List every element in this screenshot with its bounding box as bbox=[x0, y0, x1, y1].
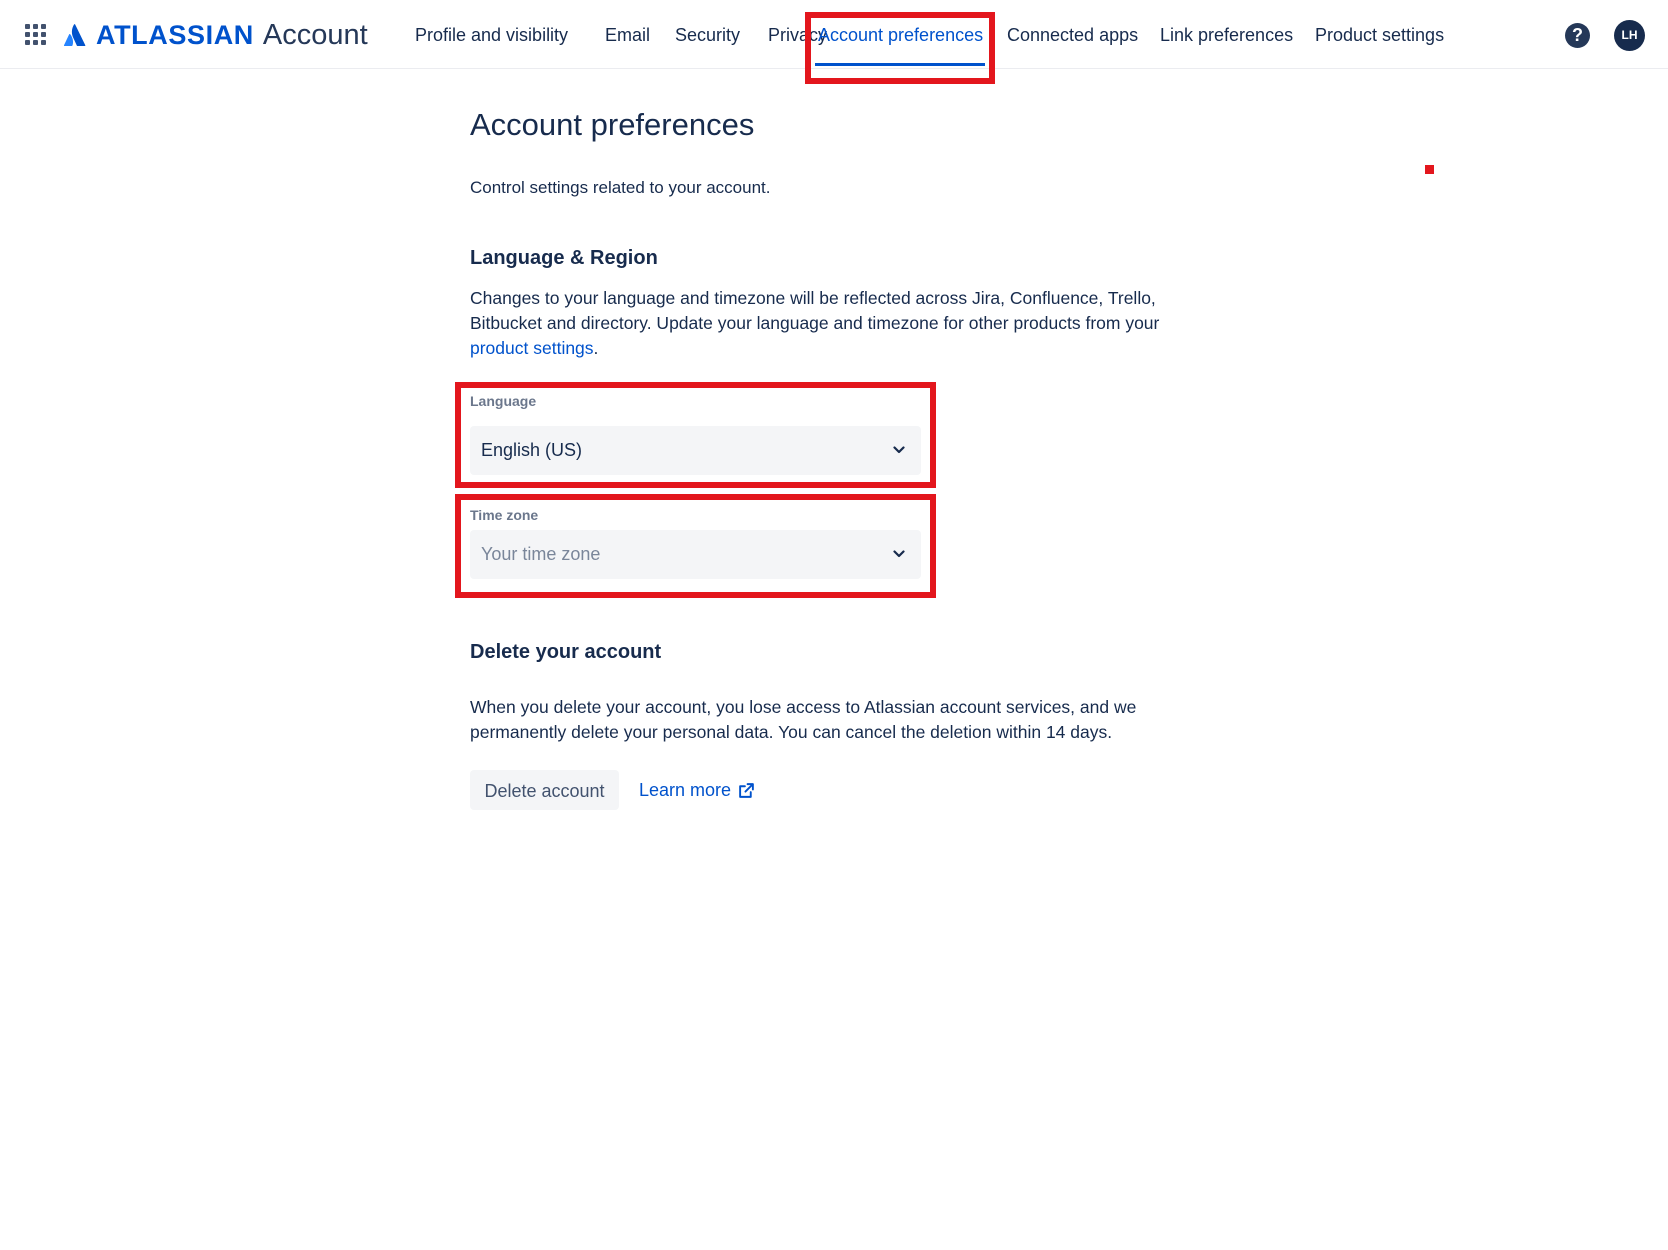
tab-product-settings[interactable]: Product settings bbox=[1315, 0, 1444, 69]
logo-wordmark: ATLASSIAN bbox=[96, 19, 254, 50]
tab-email[interactable]: Email bbox=[605, 0, 650, 69]
app-switcher-icon[interactable] bbox=[25, 24, 47, 46]
active-tab-indicator bbox=[815, 63, 985, 66]
chevron-down-icon bbox=[893, 550, 905, 558]
learn-more-label: Learn more bbox=[639, 780, 732, 800]
tab-profile-and-visibility[interactable]: Profile and visibility bbox=[415, 0, 568, 69]
tab-account-preferences[interactable]: Account preferences bbox=[818, 0, 983, 69]
avatar[interactable]: LH bbox=[1614, 20, 1645, 51]
logo-product-name: Account bbox=[262, 18, 368, 51]
language-region-heading: Language & Region bbox=[470, 247, 658, 269]
page-description: Control settings related to your account… bbox=[470, 178, 771, 197]
language-select[interactable]: English (US) bbox=[470, 426, 921, 475]
page-title: Account preferences bbox=[470, 107, 755, 142]
tab-link-preferences[interactable]: Link preferences bbox=[1160, 0, 1293, 69]
atlassian-account-logo[interactable]: ATLASSIAN Account bbox=[63, 19, 368, 51]
atlassian-logo-icon bbox=[63, 24, 86, 46]
tab-security[interactable]: Security bbox=[675, 0, 740, 69]
chevron-down-icon bbox=[893, 446, 905, 454]
language-region-description: Changes to your language and timezone wi… bbox=[470, 286, 1190, 361]
language-label: Language bbox=[470, 393, 537, 409]
tab-connected-apps[interactable]: Connected apps bbox=[1007, 0, 1138, 69]
delete-account-button[interactable]: Delete account bbox=[470, 770, 619, 810]
timezone-label: Time zone bbox=[470, 507, 539, 523]
help-icon[interactable]: ? bbox=[1565, 23, 1590, 48]
language-region-text-end: . bbox=[593, 338, 599, 358]
delete-account-description: When you delete your account, you lose a… bbox=[470, 697, 1137, 742]
delete-account-heading: Delete your account bbox=[470, 641, 662, 663]
product-settings-link[interactable]: product settings bbox=[470, 338, 594, 358]
external-link-icon bbox=[739, 782, 754, 798]
language-region-text: Changes to your language and timezone wi… bbox=[470, 288, 1160, 333]
language-select-value: English (US) bbox=[481, 440, 583, 460]
learn-more-link[interactable]: Learn more bbox=[639, 770, 755, 810]
timezone-select[interactable]: Your time zone bbox=[470, 530, 921, 579]
top-navigation: ATLASSIAN Account Profile and visibility… bbox=[0, 0, 1668, 69]
timezone-select-placeholder: Your time zone bbox=[481, 544, 601, 564]
annotation-marker bbox=[1425, 165, 1434, 174]
